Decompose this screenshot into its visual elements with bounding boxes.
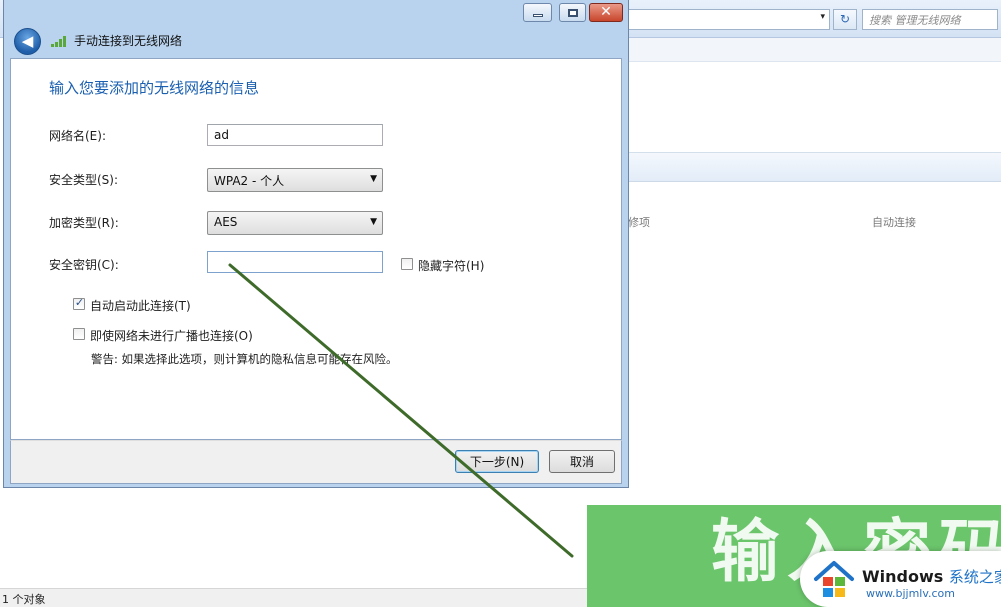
privacy-warning-text: 警告: 如果选择此选项，则计算机的隐私信息可能存在风险。	[91, 352, 398, 366]
address-dropdown-icon[interactable]: ▾	[820, 12, 825, 22]
explorer-command-bar	[628, 38, 1001, 62]
back-arrow-icon: ◀	[21, 32, 34, 50]
hide-characters-label: 隐藏字符(H)	[418, 259, 485, 273]
auto-start-checkbox[interactable]: ✓	[73, 296, 85, 310]
watermark-brand: Windows 系统之家	[862, 566, 1001, 587]
wireless-signal-icon	[51, 36, 66, 47]
cancel-button[interactable]: 取消	[549, 450, 615, 473]
hide-characters-checkbox[interactable]	[401, 258, 413, 270]
dialog-nav-bar: ◀ 手动连接到无线网络	[8, 24, 624, 58]
next-button[interactable]: 下一步(N)	[455, 450, 539, 473]
watermark-brand-en: Windows	[862, 567, 944, 586]
maximize-icon	[568, 9, 578, 17]
dialog-footer: 下一步(N) 取消	[10, 440, 622, 484]
title-bar: ✕	[4, 0, 628, 24]
network-name-field[interactable]	[207, 124, 383, 146]
watermark-url: www.bjjmlv.com	[866, 587, 955, 600]
column-header-modify[interactable]: 修项	[628, 214, 650, 230]
security-key-field[interactable]	[207, 251, 383, 273]
watermark-brand-cn: 系统之家	[948, 568, 1001, 586]
manual-connect-dialog: ✕ ◀ 手动连接到无线网络 输入您要添加的无线网络的信息 网络名(E): 安全类…	[3, 0, 629, 488]
minimize-icon	[533, 14, 543, 17]
encryption-type-select[interactable]: AES ▼	[207, 211, 383, 235]
encryption-type-label: 加密类型(R):	[49, 216, 119, 230]
explorer-list-header	[628, 152, 1001, 182]
dialog-title: 手动连接到无线网络	[74, 34, 183, 48]
chevron-down-icon: ▼	[370, 174, 377, 184]
chevron-down-icon: ▼	[370, 217, 377, 227]
security-type-value: WPA2 - 个人	[214, 174, 285, 188]
watermark-badge: Windows 系统之家 www.bjjmlv.com	[800, 551, 1001, 607]
maximize-button[interactable]	[559, 3, 586, 22]
auto-start-label: 自动启动此连接(T)	[90, 299, 191, 313]
column-header-auto-connect[interactable]: 自动连接	[872, 214, 916, 230]
encryption-type-value: AES	[214, 215, 238, 229]
connect-not-broadcasting-checkbox[interactable]	[73, 328, 85, 340]
status-text: 1 个对象	[2, 593, 46, 606]
connect-not-broadcasting-label: 即使网络未进行广播也连接(O)	[90, 329, 253, 343]
network-name-label: 网络名(E):	[49, 129, 106, 143]
dialog-content: 输入您要添加的无线网络的信息 网络名(E): 安全类型(S): WPA2 - 个…	[10, 58, 622, 440]
security-type-select[interactable]: WPA2 - 个人 ▼	[207, 168, 383, 192]
refresh-button[interactable]: ↻	[833, 9, 857, 30]
checkmark-icon: ✓	[74, 296, 85, 309]
minimize-button[interactable]	[523, 3, 552, 22]
security-key-label: 安全密钥(C):	[49, 258, 119, 272]
security-type-label: 安全类型(S):	[49, 173, 119, 187]
search-input[interactable]: 搜索 管理无线网络	[862, 9, 998, 30]
page-heading: 输入您要添加的无线网络的信息	[49, 79, 260, 97]
address-bar[interactable]: ▾	[628, 9, 830, 30]
back-button[interactable]: ◀	[14, 28, 41, 55]
close-icon: ✕	[600, 4, 612, 20]
close-button[interactable]: ✕	[589, 3, 623, 22]
windows-house-logo-icon	[814, 561, 854, 597]
